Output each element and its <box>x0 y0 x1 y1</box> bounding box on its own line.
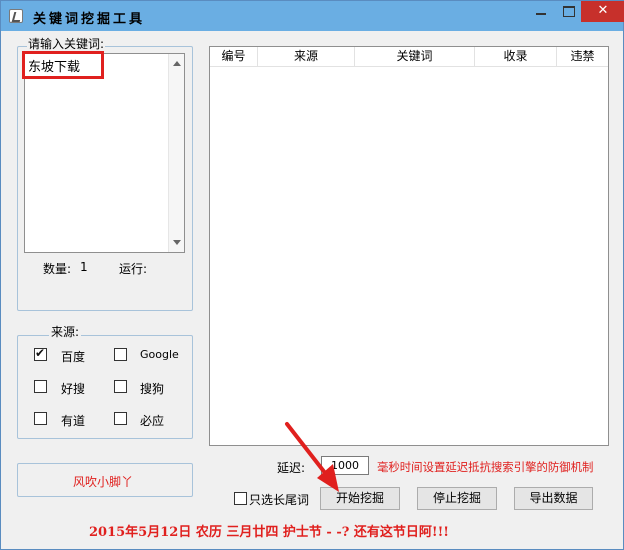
checkbox-google[interactable] <box>114 348 127 361</box>
textarea-scrollbar[interactable] <box>168 54 184 252</box>
scroll-down-icon[interactable] <box>173 240 181 245</box>
count-value: 1 <box>80 260 88 274</box>
count-label: 数量: <box>43 262 72 276</box>
footer-text: 2015年5月12日 农历 三月廿四 护士节 - -? 还有这节日阿!!! <box>89 525 450 540</box>
author-text: 风吹小脚丫 <box>73 475 134 489</box>
keyword-textarea[interactable]: 东坡下载 <box>24 53 185 253</box>
annotation-arrow-icon <box>285 422 339 492</box>
source-sogou-label: 搜狗 <box>140 382 165 396</box>
close-button[interactable]: ✕ <box>581 1 624 22</box>
checkbox-baidu[interactable] <box>34 346 47 361</box>
col-header-banned[interactable]: 违禁 <box>557 47 608 67</box>
source-haosou-label: 好搜 <box>61 382 86 396</box>
checkbox-sogou[interactable] <box>114 380 127 393</box>
col-header-keyword[interactable]: 关键词 <box>355 47 475 67</box>
source-bing-label: 必应 <box>140 414 165 428</box>
keyword-label: 请输入关键词: <box>27 35 106 52</box>
checkbox-youdao[interactable] <box>34 412 47 425</box>
col-header-indexed[interactable]: 收录 <box>475 47 557 67</box>
stop-mining-button[interactable]: 停止挖掘 <box>417 487 497 510</box>
minimize-button[interactable] <box>528 1 554 22</box>
checkbox-haosou[interactable] <box>34 380 47 393</box>
title-bar[interactable]: 关键词挖掘工具 ✕ <box>1 1 624 31</box>
app-icon <box>9 9 23 23</box>
checkbox-long-tail[interactable] <box>234 492 247 505</box>
window-title: 关键词挖掘工具 <box>33 12 146 27</box>
source-label: 来源: <box>49 323 82 340</box>
scroll-up-icon[interactable] <box>173 61 181 66</box>
export-data-button[interactable]: 导出数据 <box>514 487 593 510</box>
checkbox-bing[interactable] <box>114 412 127 425</box>
delay-hint: 毫秒时间设置延迟抵抗搜索引擎的防御机制 <box>377 460 594 474</box>
maximize-button[interactable] <box>555 1 581 22</box>
results-table[interactable]: 编号 来源 关键词 收录 违禁 <box>209 46 609 446</box>
col-header-id[interactable]: 编号 <box>210 47 258 67</box>
app-window: 关键词挖掘工具 ✕ 请输入关键词: 东坡下载 数量: 1 运行: 来源: 百度 … <box>0 0 624 550</box>
source-youdao-label: 有道 <box>61 414 86 428</box>
source-google-label: Google <box>140 348 179 361</box>
keyword-highlight <box>22 51 104 79</box>
col-header-source[interactable]: 来源 <box>258 47 355 67</box>
running-label: 运行: <box>119 262 148 276</box>
source-baidu-label: 百度 <box>61 350 86 364</box>
